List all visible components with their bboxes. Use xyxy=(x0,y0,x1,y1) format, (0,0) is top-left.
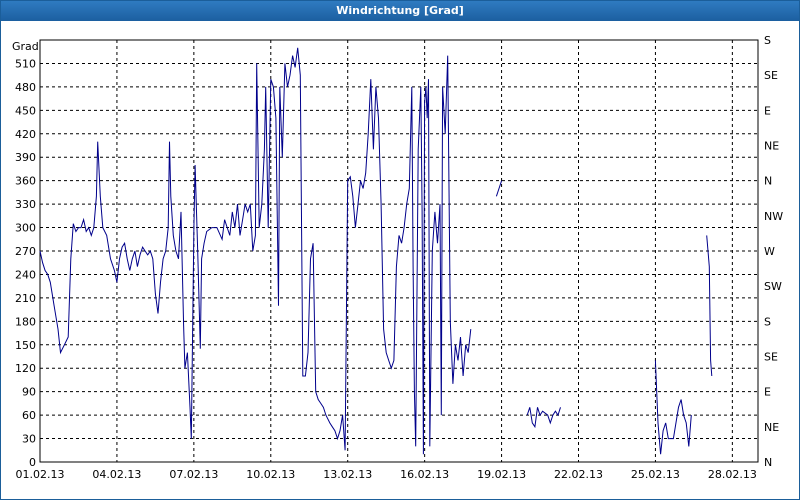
compass-axis-ticks: N NE E SE S SW W NW N NE E SE S xyxy=(764,34,783,469)
compass-tick-label: W xyxy=(764,245,775,258)
x-tick-label: 16.02.13 xyxy=(400,468,449,481)
x-tick-label: 28.02.13 xyxy=(708,468,757,481)
compass-tick-label: NW xyxy=(764,210,783,223)
y-axis-label: Grad xyxy=(12,40,39,53)
y-tick-label: 360 xyxy=(15,175,36,188)
compass-tick-label: NE xyxy=(764,140,779,153)
y-tick-label: 420 xyxy=(15,128,36,141)
y-tick-label: 510 xyxy=(15,57,36,70)
x-axis-ticks: 01.02.13 04.02.13 07.02.13 10.02.13 13.02.13… xyxy=(16,468,757,481)
x-tick-label: 10.02.13 xyxy=(246,468,295,481)
y-tick-label: 330 xyxy=(15,198,36,211)
y-tick-label: 30 xyxy=(22,433,36,446)
x-tick-label: 22.02.13 xyxy=(554,468,603,481)
y-tick-label: 60 xyxy=(22,409,36,422)
compass-tick-label: SW xyxy=(764,280,782,293)
y-tick-label: 450 xyxy=(15,104,36,117)
compass-tick-label: N xyxy=(764,456,772,469)
x-tick-label: 19.02.13 xyxy=(477,468,526,481)
compass-tick-label: E xyxy=(764,104,771,117)
x-tick-label: 25.02.13 xyxy=(631,468,680,481)
compass-tick-label: SE xyxy=(764,351,778,364)
y-tick-label: 240 xyxy=(15,268,36,281)
compass-tick-label: S xyxy=(764,315,771,328)
y-tick-label: 180 xyxy=(15,315,36,328)
y-tick-label: 150 xyxy=(15,339,36,352)
y-tick-label: 300 xyxy=(15,222,36,235)
compass-tick-label: NE xyxy=(764,421,779,434)
compass-tick-label: SE xyxy=(764,69,778,82)
compass-tick-label: E xyxy=(764,386,771,399)
wind-direction-chart: 0306090120150180210240270300330360390420… xyxy=(12,34,783,481)
compass-tick-label: N xyxy=(764,175,772,188)
x-tick-label: 07.02.13 xyxy=(169,468,218,481)
y-tick-label: 120 xyxy=(15,362,36,375)
compass-tick-label: S xyxy=(764,34,771,47)
y-tick-label: 480 xyxy=(15,81,36,94)
y-tick-label: 390 xyxy=(15,151,36,164)
x-tick-label: 01.02.13 xyxy=(16,468,65,481)
y-tick-label: 90 xyxy=(22,386,36,399)
x-tick-label: 04.02.13 xyxy=(92,468,141,481)
plot-area xyxy=(39,39,759,463)
y-axis-ticks: 0306090120150180210240270300330360390420… xyxy=(15,57,36,469)
x-tick-label: 13.02.13 xyxy=(323,468,372,481)
y-tick-label: 270 xyxy=(15,245,36,258)
y-tick-label: 210 xyxy=(15,292,36,305)
